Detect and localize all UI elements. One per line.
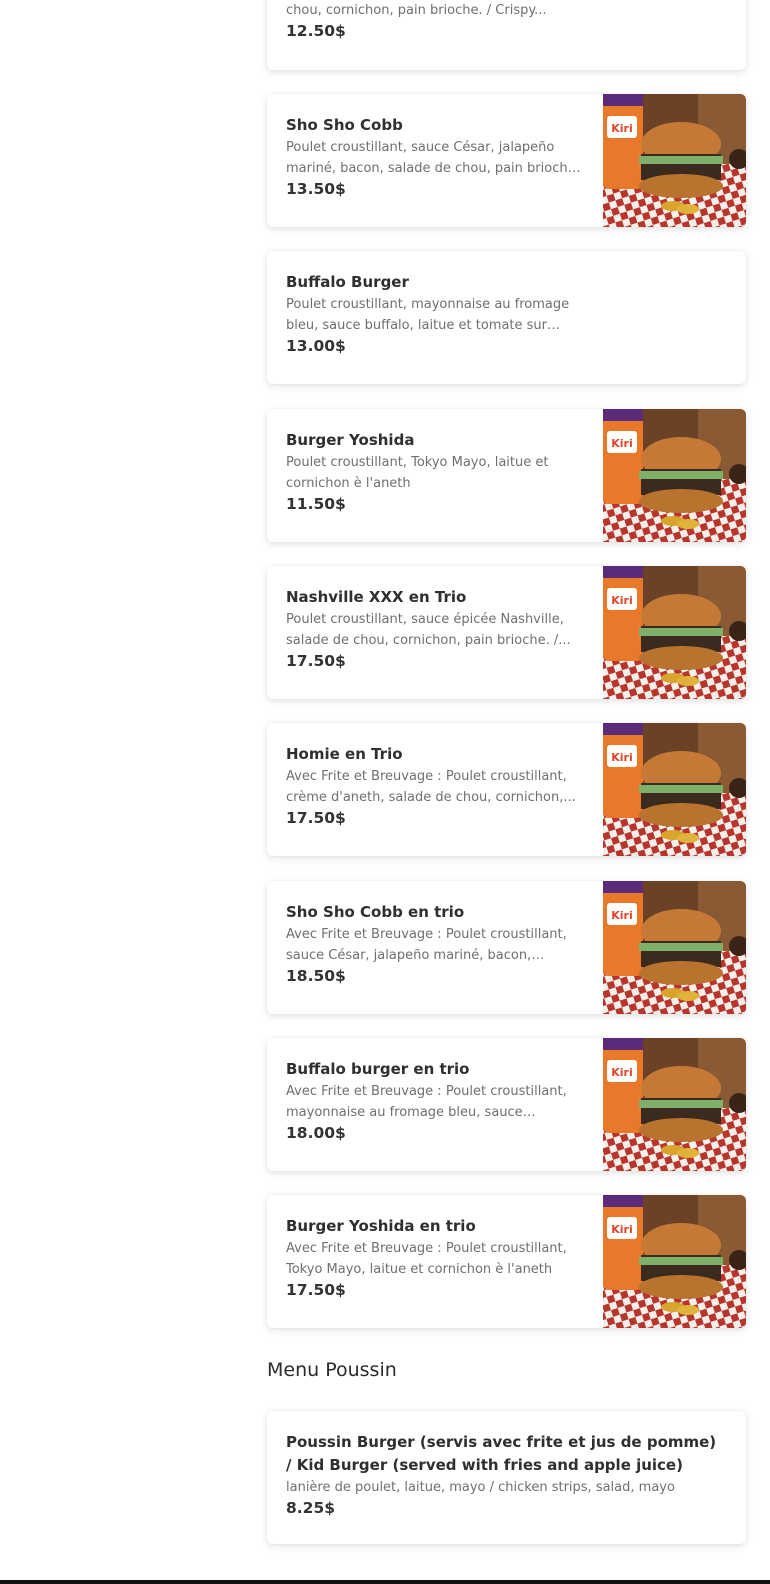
- item-description: Poulet croustillant, sauce César, jalape…: [286, 140, 580, 176]
- section-title: Menu Poussin: [267, 1359, 397, 1381]
- item-description: Poulet croustillant, sauce épicée Nashvi…: [286, 612, 571, 648]
- svg-text:Kiri: Kiri: [611, 1066, 633, 1079]
- menu-item-card[interactable]: Homie en Trio Avec Frite et Breuvage : Po…: [267, 723, 746, 856]
- item-price: 18.00$: [286, 1124, 346, 1142]
- svg-text:Kiri: Kiri: [611, 122, 633, 135]
- item-price: 13.50$: [286, 180, 346, 198]
- menu-item-card[interactable]: Burger Yoshida en trio Avec Frite et Breu…: [267, 1195, 746, 1328]
- item-price: 13.00$: [286, 337, 346, 355]
- item-price: 18.50$: [286, 967, 346, 985]
- item-price: 17.50$: [286, 652, 346, 670]
- svg-text:Kiri: Kiri: [611, 751, 633, 764]
- item-description: Avec Frite et Breuvage : Poulet croustil…: [286, 927, 567, 963]
- svg-text:Kiri: Kiri: [611, 909, 633, 922]
- menu-item-card-kid-burger[interactable]: Poussin Burger (servis avec frite et jus…: [267, 1411, 746, 1544]
- menu-item-card[interactable]: Burger Yoshida Poulet croustillant, Tokyo…: [267, 409, 746, 542]
- menu-item-card[interactable]: Nashville XXX en Trio Poulet croustillant…: [267, 566, 746, 699]
- item-price: 17.50$: [286, 1281, 346, 1299]
- burger-photo-icon: Kiri: [603, 94, 746, 227]
- item-price: 17.50$: [286, 809, 346, 827]
- item-description: Avec Frite et Breuvage : Poulet croustil…: [286, 769, 576, 805]
- burger-photo-icon: Kiri: [603, 1038, 746, 1171]
- burger-photo-icon: Kiri: [603, 409, 746, 542]
- svg-text:Kiri: Kiri: [611, 594, 633, 607]
- item-description: Avec Frite et Breuvage : Poulet croustil…: [286, 1241, 567, 1277]
- item-name: Sho Sho Cobb en trio: [286, 903, 465, 921]
- item-description: chou, cornichon, pain brioche. / Crispy.…: [286, 3, 547, 18]
- bottom-bar: [0, 1580, 770, 1584]
- menu-item-card[interactable]: Sho Sho Cobb Poulet croustillant, sauce C…: [267, 94, 746, 227]
- menu-item-card[interactable]: Buffalo burger en trio Avec Frite et Breu…: [267, 1038, 746, 1171]
- item-name: Buffalo burger en trio: [286, 1060, 470, 1078]
- item-price: 11.50$: [286, 495, 346, 513]
- menu-item-card[interactable]: Sho Sho Cobb en trio Avec Frite et Breuva…: [267, 881, 746, 1014]
- burger-photo-icon: Kiri: [603, 1195, 746, 1328]
- svg-text:Kiri: Kiri: [611, 437, 633, 450]
- svg-text:Kiri: Kiri: [611, 1223, 633, 1236]
- item-name: Nashville XXX en Trio: [286, 588, 467, 606]
- item-name: Buffalo Burger: [286, 273, 409, 291]
- item-name: Burger Yoshida en trio: [286, 1217, 476, 1235]
- menu-item-card[interactable]: Buffalo Burger Poulet croustillant, mayon…: [267, 251, 746, 384]
- item-price: 8.25$: [286, 1499, 336, 1517]
- item-name: Burger Yoshida: [286, 431, 415, 449]
- item-description: lanière de poulet, laitue, mayo / chicke…: [286, 1480, 675, 1495]
- burger-photo-icon: Kiri: [603, 723, 746, 856]
- item-description: Avec Frite et Breuvage : Poulet croustil…: [286, 1084, 567, 1120]
- item-name: Homie en Trio: [286, 745, 403, 763]
- burger-photo-icon: Kiri: [603, 881, 746, 1014]
- item-name: Sho Sho Cobb: [286, 116, 403, 134]
- item-description: Poulet croustillant, Tokyo Mayo, laitue …: [286, 455, 549, 491]
- menu-item-card[interactable]: chou, cornichon, pain brioche. / Crispy.…: [267, 0, 746, 70]
- item-name: Poussin Burger (servis avec frite et jus…: [286, 1433, 717, 1474]
- item-description: Poulet croustillant, mayonnaise au froma…: [286, 297, 570, 333]
- item-price: 12.50$: [286, 22, 346, 40]
- burger-photo-icon: Kiri: [603, 566, 746, 699]
